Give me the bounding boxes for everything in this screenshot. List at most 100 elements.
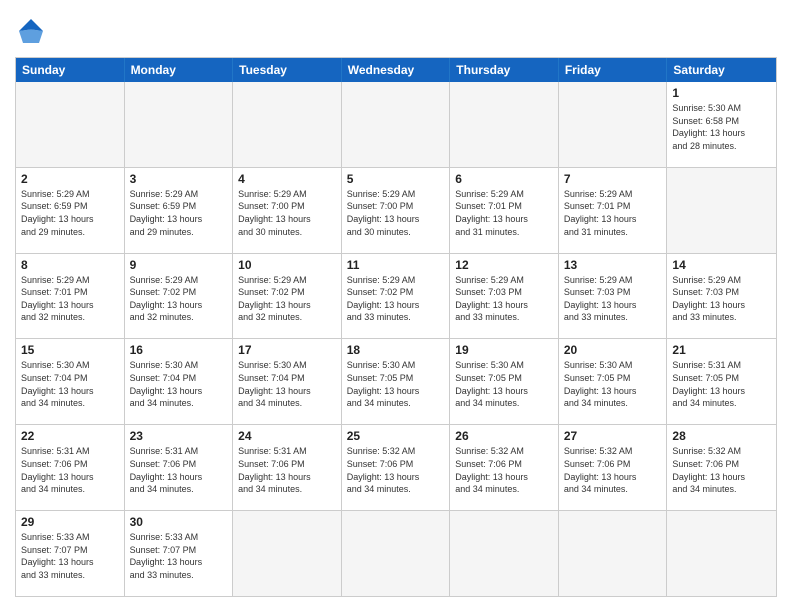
day-number: 11 <box>347 258 445 272</box>
day-info: Sunrise: 5:29 AM Sunset: 7:02 PM Dayligh… <box>238 274 336 324</box>
header-day-thursday: Thursday <box>450 58 559 82</box>
day-info: Sunrise: 5:29 AM Sunset: 7:00 PM Dayligh… <box>238 188 336 238</box>
day-cell: 27 Sunrise: 5:32 AM Sunset: 7:06 PM Dayli… <box>559 425 668 510</box>
header-day-wednesday: Wednesday <box>342 58 451 82</box>
day-cell: 5 Sunrise: 5:29 AM Sunset: 7:00 PM Daylig… <box>342 168 451 253</box>
day-number: 3 <box>130 172 228 186</box>
day-cell <box>16 82 125 167</box>
header-day-friday: Friday <box>559 58 668 82</box>
day-number: 27 <box>564 429 662 443</box>
day-cell: 18 Sunrise: 5:30 AM Sunset: 7:05 PM Dayli… <box>342 339 451 424</box>
day-cell: 17 Sunrise: 5:30 AM Sunset: 7:04 PM Dayli… <box>233 339 342 424</box>
day-number: 1 <box>672 86 771 100</box>
day-number: 18 <box>347 343 445 357</box>
day-info: Sunrise: 5:31 AM Sunset: 7:05 PM Dayligh… <box>672 359 771 409</box>
week-row-5: 22Sunrise: 5:31 AM Sunset: 7:06 PM Dayli… <box>16 425 776 511</box>
day-number: 29 <box>21 515 119 529</box>
day-cell: 26 Sunrise: 5:32 AM Sunset: 7:06 PM Dayli… <box>450 425 559 510</box>
day-number: 15 <box>21 343 119 357</box>
day-cell: 10 Sunrise: 5:29 AM Sunset: 7:02 PM Dayli… <box>233 254 342 339</box>
day-info: Sunrise: 5:30 AM Sunset: 7:05 PM Dayligh… <box>455 359 553 409</box>
week-row-1: 1 Sunrise: 5:30 AM Sunset: 6:58 PM Daylig… <box>16 82 776 168</box>
day-number: 7 <box>564 172 662 186</box>
day-number: 8 <box>21 258 119 272</box>
day-number: 2 <box>21 172 119 186</box>
header-day-saturday: Saturday <box>667 58 776 82</box>
day-number: 4 <box>238 172 336 186</box>
day-info: Sunrise: 5:30 AM Sunset: 7:04 PM Dayligh… <box>238 359 336 409</box>
day-number: 30 <box>130 515 228 529</box>
day-cell: 29Sunrise: 5:33 AM Sunset: 7:07 PM Dayli… <box>16 511 125 596</box>
day-info: Sunrise: 5:31 AM Sunset: 7:06 PM Dayligh… <box>238 445 336 495</box>
day-cell: 6Sunrise: 5:29 AM Sunset: 7:01 PM Daylig… <box>450 168 559 253</box>
day-number: 10 <box>238 258 336 272</box>
day-cell <box>125 82 234 167</box>
day-number: 9 <box>130 258 228 272</box>
day-cell: 25Sunrise: 5:32 AM Sunset: 7:06 PM Dayli… <box>342 425 451 510</box>
day-info: Sunrise: 5:30 AM Sunset: 7:05 PM Dayligh… <box>347 359 445 409</box>
day-number: 17 <box>238 343 336 357</box>
day-cell: 12Sunrise: 5:29 AM Sunset: 7:03 PM Dayli… <box>450 254 559 339</box>
day-cell: 21 Sunrise: 5:31 AM Sunset: 7:05 PM Dayli… <box>667 339 776 424</box>
day-number: 6 <box>455 172 553 186</box>
day-info: Sunrise: 5:32 AM Sunset: 7:06 PM Dayligh… <box>455 445 553 495</box>
day-info: Sunrise: 5:32 AM Sunset: 7:06 PM Dayligh… <box>672 445 771 495</box>
day-cell <box>233 511 342 596</box>
day-cell: 9 Sunrise: 5:29 AM Sunset: 7:02 PM Daylig… <box>125 254 234 339</box>
day-info: Sunrise: 5:30 AM Sunset: 7:04 PM Dayligh… <box>130 359 228 409</box>
day-info: Sunrise: 5:31 AM Sunset: 7:06 PM Dayligh… <box>130 445 228 495</box>
day-info: Sunrise: 5:33 AM Sunset: 7:07 PM Dayligh… <box>130 531 228 581</box>
day-number: 24 <box>238 429 336 443</box>
day-number: 5 <box>347 172 445 186</box>
week-row-4: 15 Sunrise: 5:30 AM Sunset: 7:04 PM Dayli… <box>16 339 776 425</box>
calendar-header: SundayMondayTuesdayWednesdayThursdayFrid… <box>16 58 776 82</box>
day-cell: 1 Sunrise: 5:30 AM Sunset: 6:58 PM Daylig… <box>667 82 776 167</box>
day-cell: 13 Sunrise: 5:29 AM Sunset: 7:03 PM Dayli… <box>559 254 668 339</box>
week-row-2: 2 Sunrise: 5:29 AM Sunset: 6:59 PM Daylig… <box>16 168 776 254</box>
header-day-tuesday: Tuesday <box>233 58 342 82</box>
day-cell: 20Sunrise: 5:30 AM Sunset: 7:05 PM Dayli… <box>559 339 668 424</box>
page: SundayMondayTuesdayWednesdayThursdayFrid… <box>0 0 792 612</box>
day-cell: 8 Sunrise: 5:29 AM Sunset: 7:01 PM Daylig… <box>16 254 125 339</box>
day-info: Sunrise: 5:29 AM Sunset: 7:03 PM Dayligh… <box>564 274 662 324</box>
day-info: Sunrise: 5:31 AM Sunset: 7:06 PM Dayligh… <box>21 445 119 495</box>
day-number: 14 <box>672 258 771 272</box>
day-number: 28 <box>672 429 771 443</box>
day-number: 13 <box>564 258 662 272</box>
day-cell <box>233 82 342 167</box>
day-info: Sunrise: 5:32 AM Sunset: 7:06 PM Dayligh… <box>564 445 662 495</box>
day-info: Sunrise: 5:29 AM Sunset: 7:02 PM Dayligh… <box>130 274 228 324</box>
day-number: 26 <box>455 429 553 443</box>
day-info: Sunrise: 5:29 AM Sunset: 7:01 PM Dayligh… <box>564 188 662 238</box>
day-cell: 14 Sunrise: 5:29 AM Sunset: 7:03 PM Dayli… <box>667 254 776 339</box>
day-number: 19 <box>455 343 553 357</box>
day-info: Sunrise: 5:29 AM Sunset: 7:03 PM Dayligh… <box>672 274 771 324</box>
day-cell <box>559 511 668 596</box>
logo <box>15 15 51 47</box>
day-info: Sunrise: 5:29 AM Sunset: 7:02 PM Dayligh… <box>347 274 445 324</box>
day-cell: 23 Sunrise: 5:31 AM Sunset: 7:06 PM Dayli… <box>125 425 234 510</box>
header-day-monday: Monday <box>125 58 234 82</box>
day-info: Sunrise: 5:30 AM Sunset: 7:04 PM Dayligh… <box>21 359 119 409</box>
day-number: 21 <box>672 343 771 357</box>
header <box>15 15 777 47</box>
calendar: SundayMondayTuesdayWednesdayThursdayFrid… <box>15 57 777 597</box>
day-cell: 22Sunrise: 5:31 AM Sunset: 7:06 PM Dayli… <box>16 425 125 510</box>
day-cell: 7 Sunrise: 5:29 AM Sunset: 7:01 PM Daylig… <box>559 168 668 253</box>
day-number: 25 <box>347 429 445 443</box>
day-cell: 2Sunrise: 5:29 AM Sunset: 6:59 PM Daylig… <box>16 168 125 253</box>
logo-icon <box>15 15 47 47</box>
day-cell <box>450 511 559 596</box>
day-number: 23 <box>130 429 228 443</box>
day-number: 12 <box>455 258 553 272</box>
day-info: Sunrise: 5:29 AM Sunset: 6:59 PM Dayligh… <box>130 188 228 238</box>
day-cell: 28 Sunrise: 5:32 AM Sunset: 7:06 PM Dayli… <box>667 425 776 510</box>
day-info: Sunrise: 5:30 AM Sunset: 6:58 PM Dayligh… <box>672 102 771 152</box>
day-cell <box>450 82 559 167</box>
day-info: Sunrise: 5:29 AM Sunset: 7:00 PM Dayligh… <box>347 188 445 238</box>
header-day-sunday: Sunday <box>16 58 125 82</box>
day-number: 16 <box>130 343 228 357</box>
day-cell <box>342 511 451 596</box>
day-info: Sunrise: 5:29 AM Sunset: 7:01 PM Dayligh… <box>21 274 119 324</box>
day-cell <box>342 82 451 167</box>
